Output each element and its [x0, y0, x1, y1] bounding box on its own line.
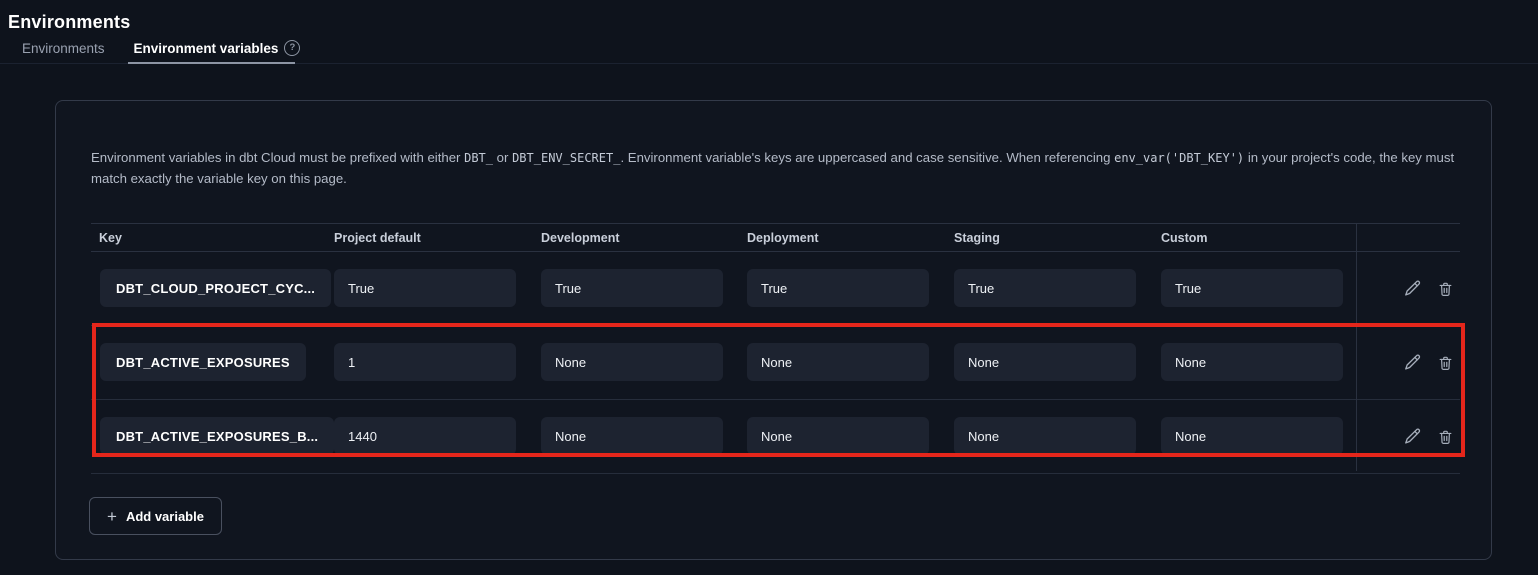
- code-dbt-env-secret-prefix: DBT_ENV_SECRET_: [512, 151, 620, 165]
- tab-environment-variables[interactable]: Environment variables ?: [134, 40, 301, 62]
- variable-key-field: DBT_ACTIVE_EXPOSURES_B...: [100, 417, 334, 455]
- staging-value-field: True: [954, 269, 1136, 307]
- table-row: DBT_ACTIVE_EXPOSURES_B... 1440 None None…: [91, 400, 1460, 474]
- delete-variable-button[interactable]: [1437, 428, 1454, 446]
- column-header-deployment: Deployment: [747, 231, 819, 245]
- delete-variable-button[interactable]: [1437, 280, 1454, 298]
- tab-environments[interactable]: Environments: [22, 41, 105, 62]
- trash-icon: [1437, 428, 1454, 446]
- project-default-value-field: True: [334, 269, 516, 307]
- project-default-value-field: 1: [334, 343, 516, 381]
- description-text: Environment variables in dbt Cloud must …: [91, 148, 1463, 189]
- add-variable-label: Add variable: [126, 509, 204, 524]
- table-row: DBT_CLOUD_PROJECT_CYC... True True True …: [91, 252, 1460, 326]
- column-header-staging: Staging: [954, 231, 1000, 245]
- add-variable-button[interactable]: + Add variable: [89, 497, 222, 535]
- trash-icon: [1437, 280, 1454, 298]
- description-plain: Environment variables in dbt Cloud must …: [91, 150, 464, 165]
- delete-variable-button[interactable]: [1437, 354, 1454, 372]
- edit-variable-button[interactable]: [1403, 427, 1422, 446]
- edit-variable-button[interactable]: [1403, 353, 1422, 372]
- table-header-row: Key Project default Development Deployme…: [91, 223, 1460, 252]
- tab-environment-variables-label: Environment variables: [134, 41, 279, 56]
- page-title: Environments: [8, 12, 130, 33]
- help-icon[interactable]: ?: [284, 40, 300, 56]
- deployment-value-field: True: [747, 269, 929, 307]
- actions-column-divider: [1356, 223, 1357, 471]
- description-plain: or: [493, 150, 512, 165]
- table-row: DBT_ACTIVE_EXPOSURES 1 None None None No…: [91, 326, 1460, 400]
- pencil-icon: [1403, 353, 1422, 372]
- code-env-var-call: env_var('DBT_KEY'): [1114, 151, 1244, 165]
- column-header-key: Key: [99, 231, 122, 245]
- column-header-development: Development: [541, 231, 620, 245]
- row-actions: [1376, 252, 1480, 325]
- variable-key-field: DBT_ACTIVE_EXPOSURES: [100, 343, 306, 381]
- row-actions: [1376, 400, 1480, 473]
- plus-icon: +: [107, 508, 117, 525]
- staging-value-field: None: [954, 417, 1136, 455]
- custom-value-field: True: [1161, 269, 1343, 307]
- column-header-project-default: Project default: [334, 231, 421, 245]
- edit-variable-button[interactable]: [1403, 279, 1422, 298]
- deployment-value-field: None: [747, 417, 929, 455]
- tab-bar: Environments Environment variables ?: [22, 40, 300, 62]
- code-dbt-prefix: DBT_: [464, 151, 493, 165]
- description-plain: . Environment variable's keys are upperc…: [620, 150, 1114, 165]
- staging-value-field: None: [954, 343, 1136, 381]
- variable-key-field: DBT_CLOUD_PROJECT_CYC...: [100, 269, 331, 307]
- deployment-value-field: None: [747, 343, 929, 381]
- trash-icon: [1437, 354, 1454, 372]
- development-value-field: None: [541, 417, 723, 455]
- pencil-icon: [1403, 279, 1422, 298]
- development-value-field: True: [541, 269, 723, 307]
- custom-value-field: None: [1161, 343, 1343, 381]
- custom-value-field: None: [1161, 417, 1343, 455]
- row-actions: [1376, 326, 1480, 399]
- column-header-custom: Custom: [1161, 231, 1208, 245]
- development-value-field: None: [541, 343, 723, 381]
- environment-variables-card: Environment variables in dbt Cloud must …: [55, 100, 1492, 560]
- project-default-value-field: 1440: [334, 417, 516, 455]
- pencil-icon: [1403, 427, 1422, 446]
- active-tab-underline: [128, 62, 295, 64]
- variables-table: Key Project default Development Deployme…: [91, 223, 1460, 471]
